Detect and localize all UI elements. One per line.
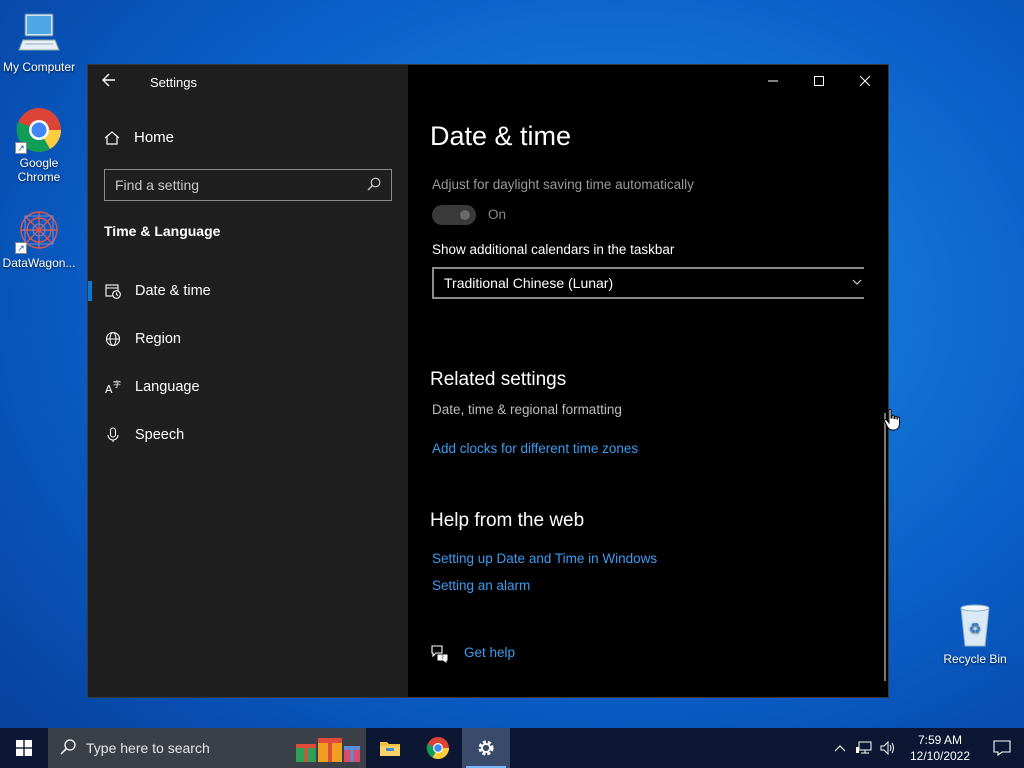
shortcut-arrow-icon: ↗	[15, 242, 27, 254]
minimize-button[interactable]	[750, 65, 796, 97]
svg-text:?: ?	[441, 656, 444, 662]
svg-text:字: 字	[113, 379, 121, 389]
dropdown-value: Traditional Chinese (Lunar)	[444, 275, 614, 291]
taskbar-search-placeholder: Type here to search	[86, 740, 210, 756]
chevron-up-icon[interactable]	[828, 728, 852, 768]
settings-content: Date & time Adjust for daylight saving t…	[408, 65, 900, 697]
sidebar-item-label: Date & time	[135, 283, 211, 299]
clock-date: 12/10/2022	[909, 749, 971, 763]
search-placeholder: Find a setting	[115, 177, 200, 193]
sidebar-nav-list: Date & time Region A字 Language Speech	[88, 267, 408, 459]
volume-icon[interactable]	[876, 728, 900, 768]
clock-calendar-icon	[105, 283, 121, 299]
monitor-icon	[15, 10, 63, 58]
folder-icon	[380, 742, 400, 756]
sidebar-item-label: Region	[135, 331, 181, 347]
nav-home[interactable]: Home	[104, 129, 174, 146]
calendars-dropdown[interactable]: Traditional Chinese (Lunar)	[432, 267, 864, 299]
globe-icon	[105, 331, 121, 347]
clock-time: 7:59 AM	[917, 733, 963, 747]
gear-icon	[478, 740, 494, 756]
desktop-icon-datawagon[interactable]: ↗ DataWagon...	[0, 206, 78, 270]
calendars-label: Show additional calendars in the taskbar	[432, 242, 675, 257]
datawagon-icon: ↗	[15, 206, 63, 254]
dst-label: Adjust for daylight saving time automati…	[432, 177, 694, 192]
language-icon: A字	[105, 379, 121, 395]
sidebar-item-speech[interactable]: Speech	[88, 411, 408, 459]
chrome-icon	[426, 737, 449, 759]
chrome-icon: ↗	[15, 106, 63, 154]
notification-center-icon[interactable]	[980, 728, 1024, 768]
sidebar-item-language[interactable]: A字 Language	[88, 363, 408, 411]
desktop-icon-label: DataWagon...	[2, 256, 76, 270]
related-settings-heading: Related settings	[430, 369, 567, 390]
home-icon	[104, 130, 120, 146]
category-heading: Time & Language	[104, 223, 221, 239]
search-icon[interactable]	[367, 177, 381, 194]
content-scrollbar[interactable]	[884, 413, 886, 681]
desktop-icon-label: My Computer	[2, 60, 76, 74]
help-link-date-time[interactable]: Setting up Date and Time in Windows	[432, 551, 657, 566]
window-controls	[750, 65, 888, 97]
system-tray: 7:59 AM 12/10/2022	[828, 728, 1024, 768]
help-heading: Help from the web	[430, 510, 585, 531]
app-title: Settings	[150, 75, 197, 90]
taskbar-clock[interactable]: 7:59 AM 12/10/2022	[900, 732, 980, 764]
close-button[interactable]	[842, 65, 888, 97]
settings-search-input[interactable]: Find a setting	[104, 169, 392, 201]
taskbar-search-box[interactable]: Type here to search	[48, 728, 366, 768]
shortcut-arrow-icon: ↗	[15, 142, 27, 154]
dst-toggle-state: On	[488, 207, 507, 222]
taskbar-chrome[interactable]	[414, 728, 462, 768]
hand-cursor-icon	[883, 408, 900, 431]
taskbar-settings[interactable]	[462, 728, 510, 768]
chevron-down-icon	[852, 275, 862, 289]
chat-help-icon: ?	[430, 643, 450, 663]
windows-logo-icon	[16, 740, 32, 756]
desktop-icon-recycle-bin[interactable]: ♻ Recycle Bin	[936, 602, 1014, 666]
desktop-icon-label: Recycle Bin	[943, 652, 1007, 666]
gift-boxes-icon	[294, 732, 362, 767]
taskbar-file-explorer[interactable]	[366, 728, 414, 768]
sidebar-item-label: Speech	[135, 427, 185, 443]
start-button[interactable]	[0, 728, 48, 768]
sidebar-item-label: Language	[135, 379, 200, 395]
get-help-link[interactable]: Get help	[464, 645, 515, 660]
svg-text:♻: ♻	[969, 621, 982, 637]
settings-window: Settings Home Find a setting Time & Lang…	[87, 64, 900, 698]
settings-sidebar: Settings Home Find a setting Time & Lang…	[88, 65, 408, 697]
recycle-bin-icon: ♻	[951, 602, 999, 650]
help-link-alarm[interactable]: Setting an alarm	[432, 578, 530, 593]
sidebar-item-region[interactable]: Region	[88, 315, 408, 363]
add-clocks-link[interactable]: Add clocks for different time zones	[432, 441, 638, 456]
desktop-icon-label: Google Chrome	[17, 156, 61, 184]
microphone-icon	[105, 427, 121, 443]
search-icon	[60, 738, 76, 758]
network-icon[interactable]	[852, 728, 876, 768]
maximize-button[interactable]	[796, 65, 842, 97]
sidebar-item-date-time[interactable]: Date & time	[88, 267, 408, 315]
svg-text:A: A	[105, 383, 113, 395]
desktop-icon-my-computer[interactable]: My Computer	[0, 10, 78, 74]
desktop-icon-google-chrome[interactable]: ↗ Google Chrome	[0, 106, 78, 184]
nav-home-label: Home	[134, 129, 175, 146]
related-settings-subtitle: Date, time & regional formatting	[432, 402, 622, 417]
taskbar: Type here to search 7:59 AM 12/10/2022	[0, 728, 1024, 768]
dst-toggle[interactable]	[432, 205, 476, 225]
toggle-knob	[460, 210, 470, 220]
page-title: Date & time	[430, 121, 572, 151]
back-arrow-icon[interactable]	[102, 73, 116, 92]
